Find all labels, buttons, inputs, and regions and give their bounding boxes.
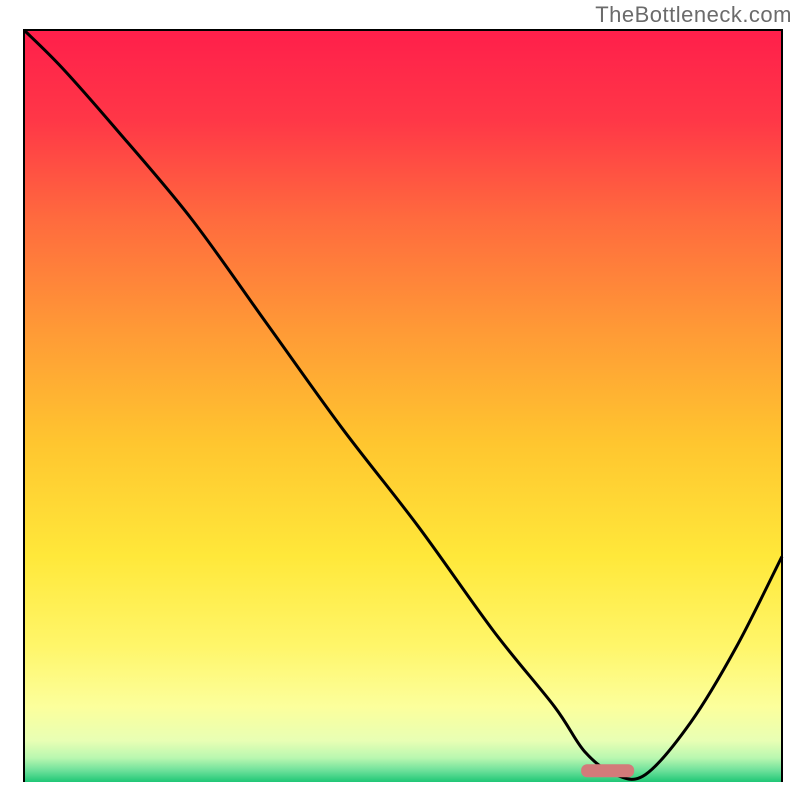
chart-stage: TheBottleneck.com <box>0 0 800 800</box>
optimum-marker <box>581 764 634 777</box>
plot-background <box>24 30 782 782</box>
bottleneck-chart <box>0 0 800 800</box>
watermark-label: TheBottleneck.com <box>595 2 792 28</box>
